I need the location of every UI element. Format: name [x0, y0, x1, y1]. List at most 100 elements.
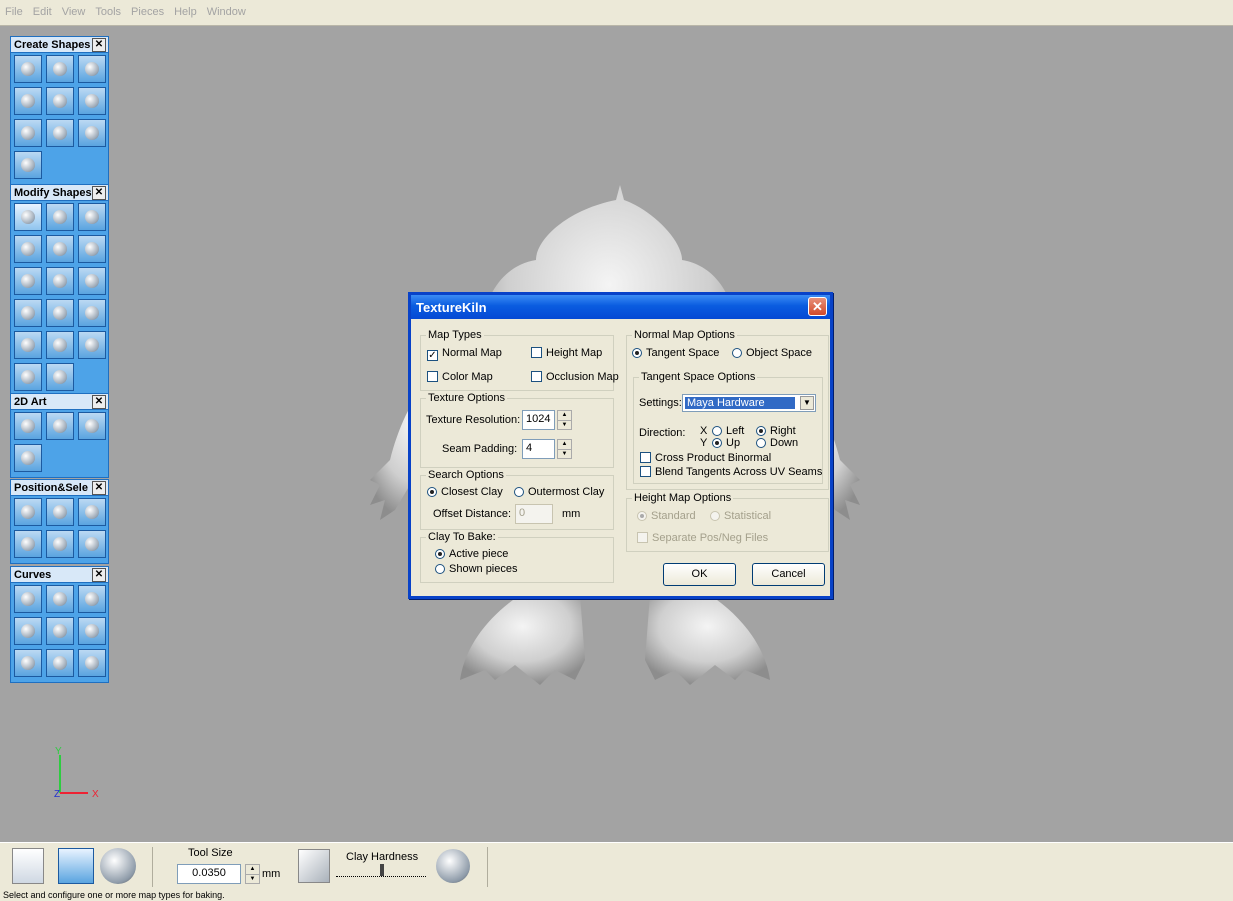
tool-icon[interactable]	[14, 649, 42, 677]
clay-hardness-slider[interactable]	[336, 864, 426, 877]
tool-icon[interactable]	[14, 235, 42, 263]
statistical-radio[interactable]: Statistical	[710, 510, 771, 522]
tool-icon[interactable]	[14, 299, 42, 327]
tool-icon[interactable]	[14, 331, 42, 359]
tool-icon[interactable]	[46, 119, 74, 147]
closest-clay-radio[interactable]: Closest Clay	[427, 486, 503, 498]
tool-icon[interactable]	[78, 585, 106, 613]
tool-icon[interactable]	[46, 363, 74, 391]
close-icon[interactable]: ✕	[92, 395, 106, 409]
cross-product-binormal-checkbox[interactable]: Cross Product Binormal	[640, 452, 771, 464]
menu-help[interactable]: Help	[169, 6, 202, 18]
tool-icon[interactable]	[78, 412, 106, 440]
menu-edit[interactable]: Edit	[28, 6, 57, 18]
tool-size-input[interactable]: 0.0350	[177, 864, 241, 884]
tool-icon[interactable]	[14, 119, 42, 147]
blend-tangents-checkbox[interactable]: Blend Tangents Across UV Seams	[640, 466, 822, 478]
active-piece-radio[interactable]: Active piece	[435, 548, 508, 560]
close-icon[interactable]: ✕	[92, 38, 106, 52]
direction-left-radio[interactable]: Left	[712, 425, 744, 437]
close-icon[interactable]: ✕	[92, 568, 106, 582]
tool-icon[interactable]	[78, 617, 106, 645]
tool-icon[interactable]	[14, 363, 42, 391]
tool-icon[interactable]	[46, 617, 74, 645]
tool-icon[interactable]	[14, 151, 42, 179]
object-space-radio[interactable]: Object Space	[732, 347, 812, 359]
slider-thumb[interactable]	[380, 864, 384, 876]
tool-icon[interactable]	[14, 498, 42, 526]
tool-icon[interactable]	[46, 267, 74, 295]
spin-down-icon[interactable]: ▼	[246, 875, 259, 884]
tool-icon[interactable]	[78, 87, 106, 115]
ok-button[interactable]: OK	[663, 563, 736, 586]
tool-icon[interactable]	[46, 412, 74, 440]
brush-tool-icon[interactable]	[12, 848, 44, 884]
direction-down-radio[interactable]: Down	[756, 437, 798, 449]
menu-tools[interactable]: Tools	[90, 6, 126, 18]
close-icon[interactable]: ✕	[92, 186, 106, 200]
tool-icon[interactable]	[46, 498, 74, 526]
separate-files-checkbox[interactable]: Separate Pos/Neg Files	[637, 532, 768, 544]
close-icon[interactable]: ✕	[92, 481, 106, 495]
spin-up-icon[interactable]: ▲	[246, 865, 259, 875]
direction-right-radio[interactable]: Right	[756, 425, 796, 437]
tool-icon[interactable]	[78, 119, 106, 147]
resolution-spinner[interactable]: ▲ ▼	[557, 410, 572, 430]
rotate-view-icon[interactable]	[100, 848, 136, 884]
tool-icon[interactable]	[14, 55, 42, 83]
dialog-titlebar[interactable]: TextureKiln ✕	[411, 295, 830, 319]
tool-icon[interactable]	[78, 55, 106, 83]
direction-up-radio[interactable]: Up	[712, 437, 740, 449]
close-icon[interactable]: ✕	[808, 297, 827, 316]
view-tool-icon[interactable]	[58, 848, 94, 884]
tangent-space-radio[interactable]: Tangent Space	[632, 347, 719, 359]
menu-window[interactable]: Window	[202, 6, 251, 18]
spin-up-icon[interactable]: ▲	[558, 440, 571, 450]
tool-icon[interactable]	[46, 299, 74, 327]
seam-spinner[interactable]: ▲ ▼	[557, 439, 572, 459]
tool-icon[interactable]	[46, 55, 74, 83]
tool-icon[interactable]	[46, 87, 74, 115]
spin-down-icon[interactable]: ▼	[558, 421, 571, 430]
tool-icon[interactable]	[78, 203, 106, 231]
tool-icon[interactable]	[14, 203, 42, 231]
tool-size-spinner[interactable]: ▲ ▼	[245, 864, 260, 884]
offset-distance-input[interactable]: 0	[515, 504, 553, 524]
shown-pieces-radio[interactable]: Shown pieces	[435, 563, 518, 575]
outermost-clay-radio[interactable]: Outermost Clay	[514, 486, 604, 498]
tool-icon[interactable]	[78, 331, 106, 359]
occlusion-map-checkbox[interactable]: Occlusion Map	[531, 371, 619, 383]
tool-icon[interactable]	[78, 267, 106, 295]
spin-up-icon[interactable]: ▲	[558, 411, 571, 421]
tool-icon[interactable]	[14, 585, 42, 613]
tool-icon[interactable]	[78, 299, 106, 327]
tool-icon[interactable]	[14, 444, 42, 472]
tool-icon[interactable]	[46, 203, 74, 231]
tool-icon[interactable]	[14, 617, 42, 645]
cancel-button[interactable]: Cancel	[752, 563, 825, 586]
tool-icon[interactable]	[14, 87, 42, 115]
height-map-checkbox[interactable]: Height Map	[531, 347, 602, 359]
spin-down-icon[interactable]: ▼	[558, 450, 571, 459]
tool-icon[interactable]	[46, 530, 74, 558]
tool-icon[interactable]	[14, 530, 42, 558]
tool-icon[interactable]	[14, 412, 42, 440]
tool-icon[interactable]	[78, 498, 106, 526]
tool-icon[interactable]	[78, 530, 106, 558]
tool-icon[interactable]	[14, 267, 42, 295]
tool-icon[interactable]	[46, 331, 74, 359]
tool-icon[interactable]	[46, 585, 74, 613]
chevron-down-icon[interactable]: ▼	[800, 396, 814, 410]
menu-file[interactable]: File	[0, 6, 28, 18]
tool-icon[interactable]	[46, 235, 74, 263]
settings-dropdown[interactable]: Maya Hardware ▼	[682, 394, 816, 412]
color-map-checkbox[interactable]: Color Map	[427, 371, 493, 383]
tool-icon[interactable]	[46, 649, 74, 677]
menu-view[interactable]: View	[57, 6, 91, 18]
seam-padding-input[interactable]: 4	[522, 439, 555, 459]
menu-pieces[interactable]: Pieces	[126, 6, 169, 18]
texture-resolution-input[interactable]: 1024	[522, 410, 555, 430]
tool-icon[interactable]	[78, 649, 106, 677]
normal-map-checkbox[interactable]: ✓ Normal Map	[427, 347, 502, 361]
tool-icon[interactable]	[78, 235, 106, 263]
